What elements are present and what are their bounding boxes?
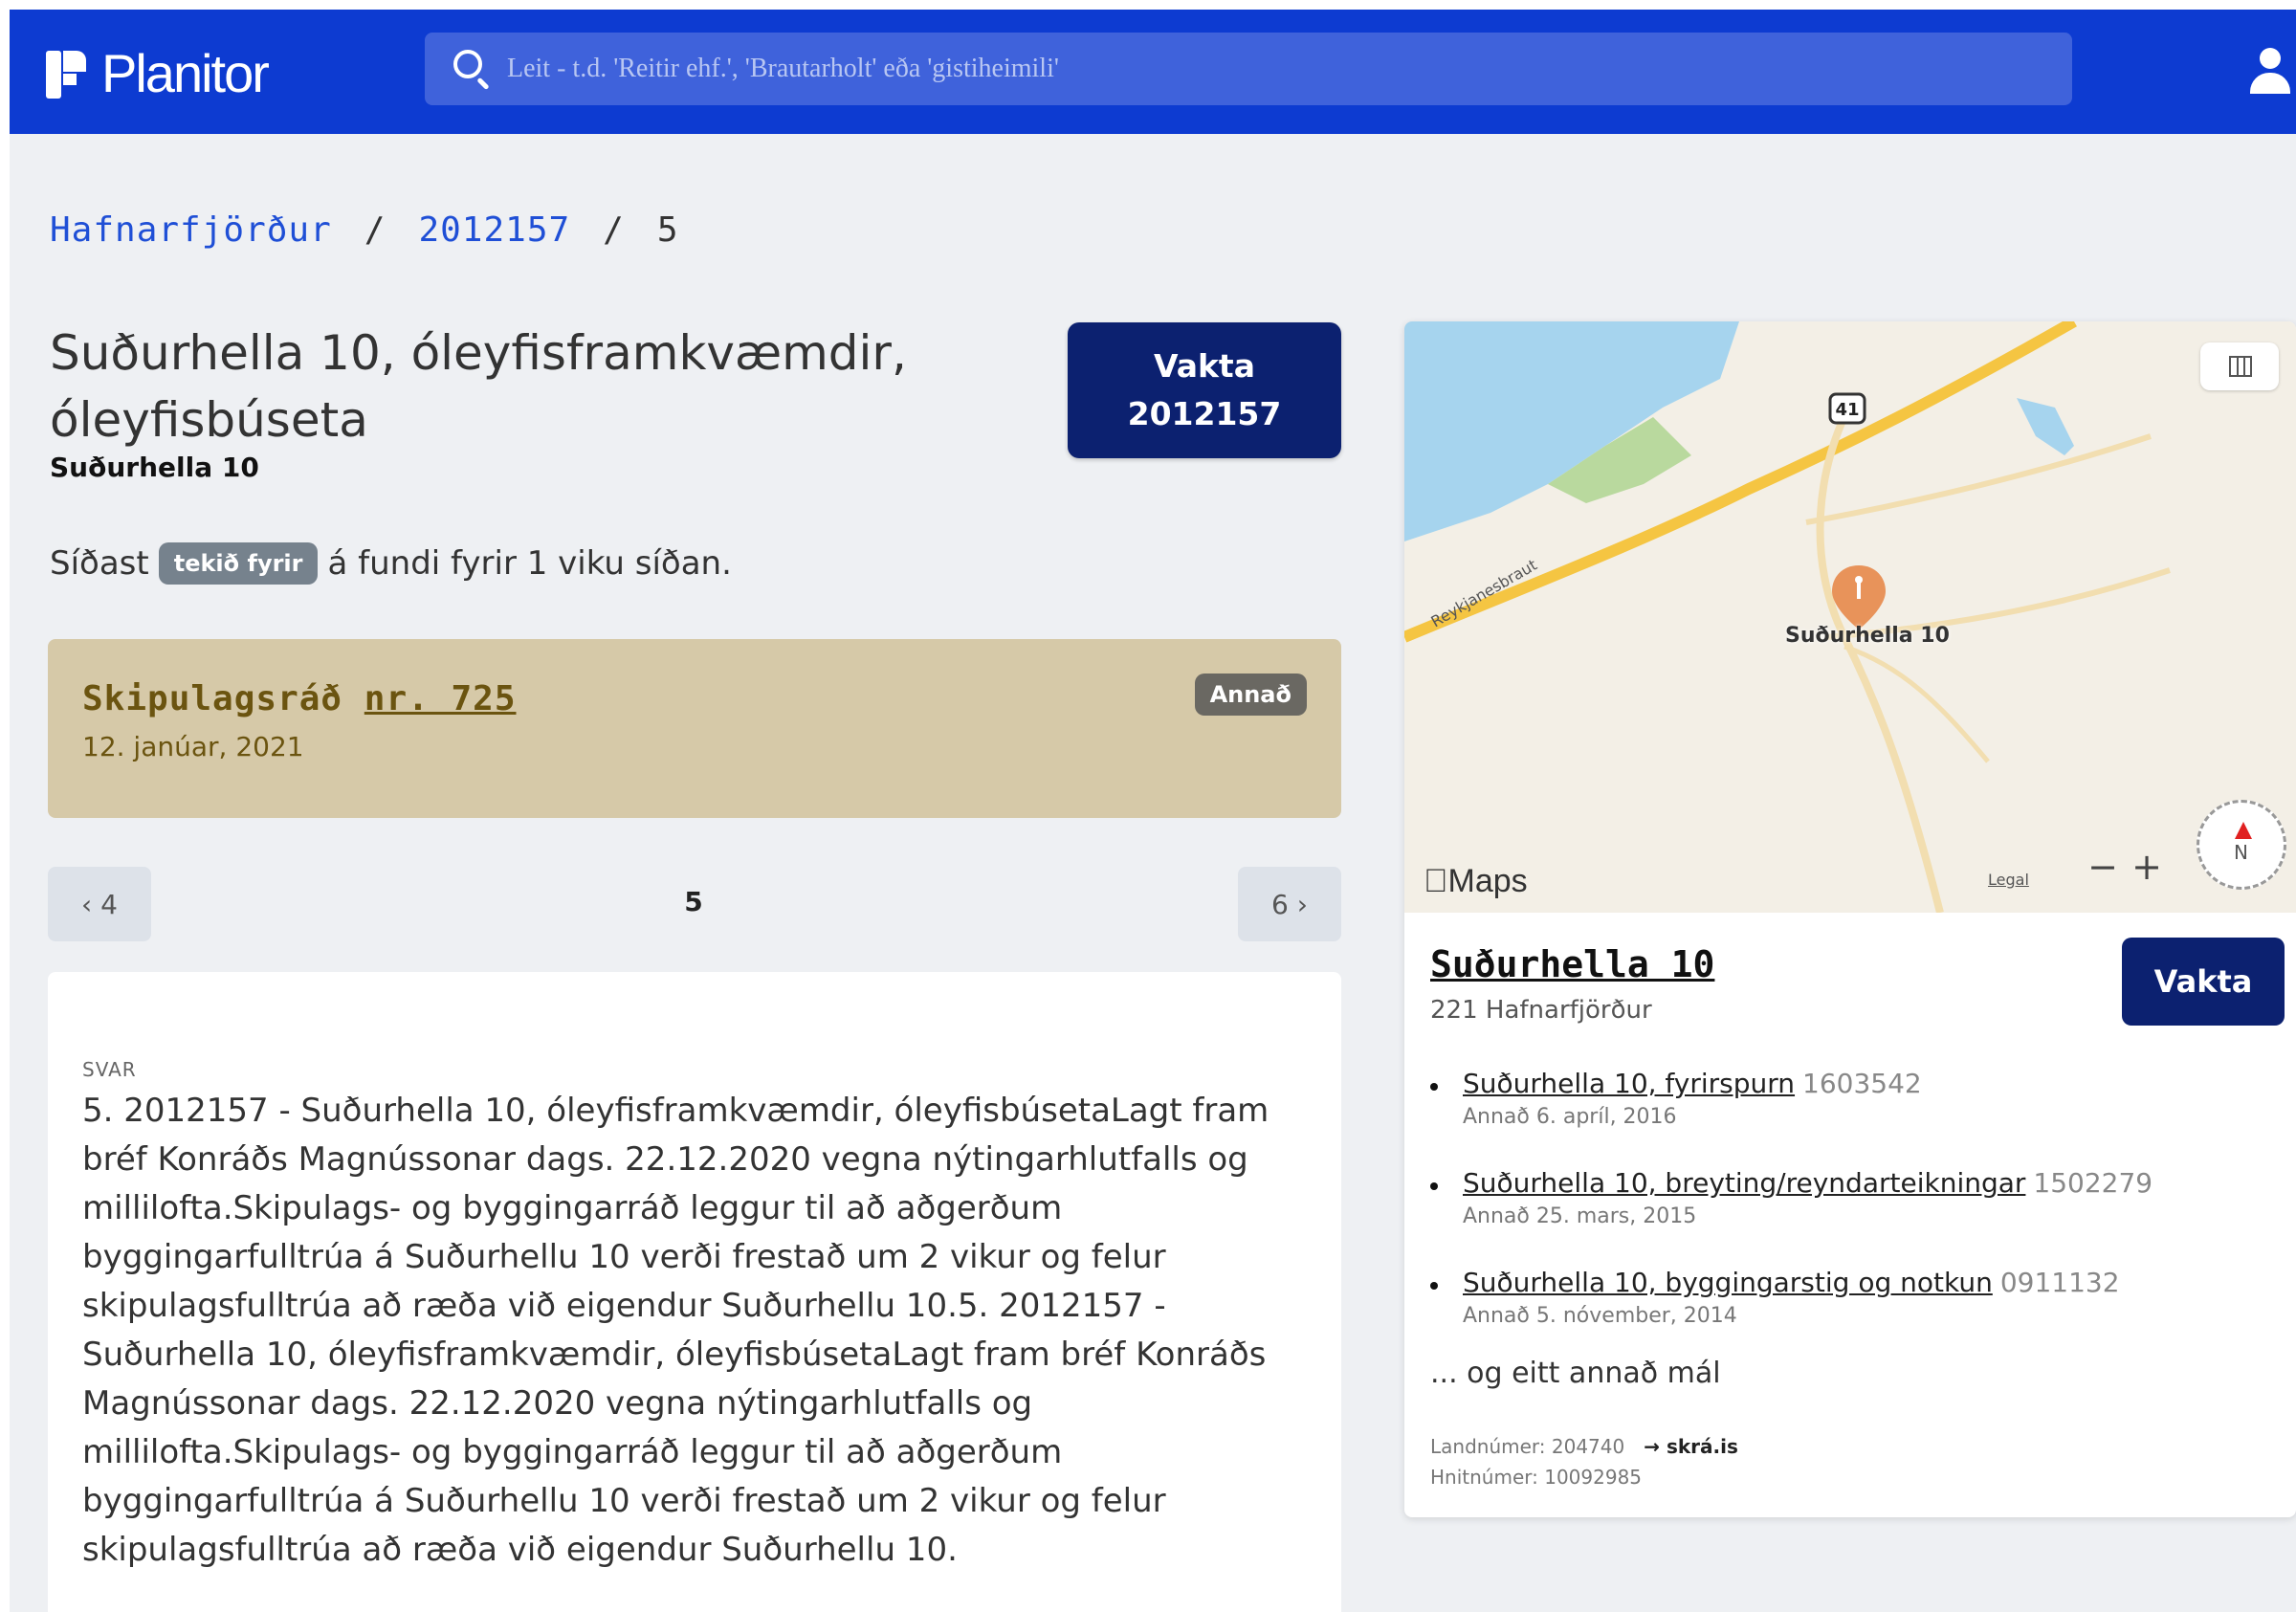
breadcrumb-separator: / [364,210,386,250]
related-case-number: 1603542 [1802,1068,1922,1099]
previous-item-button[interactable]: ‹ 4 [48,867,151,941]
map-water [1404,321,1739,541]
status-badge: tekið fyrir [158,542,319,585]
breadcrumb-case[interactable]: 2012157 [418,210,570,250]
zoom-out-button[interactable]: − [2082,846,2124,888]
current-item-number: 5 [684,886,703,917]
meeting-title: Skipulagsráð nr. 725 [82,679,517,718]
answer-text: 5. 2012157 - Suðurhella 10, óleyfisframk… [82,1092,1269,1569]
map-pin-label: Suðurhella 10 [1785,624,1950,648]
window-frame-top [0,0,2296,10]
related-case-link[interactable]: Suðurhella 10, byggingarstig og notkun [1463,1267,1993,1298]
brand-logo[interactable]: Planitor [46,42,270,104]
search-input[interactable] [507,54,2038,84]
related-case-number: 1502279 [2033,1167,2153,1199]
related-case-meta: Annað 6. apríl, 2016 [1463,1105,1677,1129]
watch-case-button[interactable]: Vakta 2012157 [1068,322,1341,458]
related-case-link[interactable]: Suðurhella 10, breyting/reyndarteikninga… [1463,1167,2025,1199]
planitor-logo-icon [46,47,88,100]
compass-north-label: N [2234,841,2248,864]
next-item-button[interactable]: 6 › [1238,867,1341,941]
watch-property-button[interactable]: Vakta [2122,938,2285,1026]
map-legal-link[interactable]: Legal [1988,871,2029,889]
last-prefix: Síðast [50,544,149,583]
meeting-name: Skipulagsráð [82,679,343,718]
compass-icon[interactable]: N [2197,800,2286,890]
meeting-number-link[interactable]: nr. 725 [364,679,517,718]
map-canvas: 41 Reykjanesbraut [1404,321,2171,913]
skra-link[interactable]: → skrá.is [1644,1435,1738,1458]
list-item: Suðurhella 10, byggingarstig og notkun 09… [1430,1267,2272,1328]
brand-name: Planitor [101,43,270,103]
map-pin-glyph-dot [1855,576,1863,584]
page-title: Suðurhella 10, óleyfisframkvæmdir, óleyf… [50,325,907,448]
breadcrumb-municipality[interactable]: Hafnarfjörður [50,210,332,250]
window-frame-left [0,0,10,1612]
meeting-card: Skipulagsráð nr. 725 12. janúar, 2021 An… [48,639,1341,818]
related-cases: Suðurhella 10, fyrirspurn 1603542 Annað 6… [1430,1068,2272,1366]
watch-case-button-label: Vakta [1153,347,1255,385]
property-identifiers: Landnúmer: 204740 → skrá.is Hnitnúmer: 10… [1430,1431,1738,1492]
map-icon [2229,356,2252,377]
breadcrumb-separator: / [603,210,625,250]
search-icon [452,48,494,91]
list-item: Suðurhella 10, breyting/reyndarteikninga… [1430,1167,2272,1228]
top-navbar: Planitor [10,10,2296,134]
map-road [1805,433,2152,525]
maps-provider: Maps [1424,863,1528,899]
route-shield: 41 [1828,392,1866,425]
related-case-meta: Annað 25. mars, 2015 [1463,1204,1697,1228]
last-discussed: Síðast tekið fyrir á fundi fyrir 1 viku … [50,542,732,585]
answer-label: SVAR [82,1058,137,1081]
related-case-number: 0911132 [1999,1267,2120,1298]
search-bar[interactable] [425,33,2072,105]
breadcrumb: Hafnarfjörður / 2012157 / 5 [50,210,679,250]
property-card: 41 Reykjanesbraut Suðurhella 10 Maps Le… [1404,321,2296,1517]
property-title-link[interactable]: Suðurhella 10 [1430,943,1714,985]
map-type-button[interactable] [2200,342,2279,390]
compass-needle [2235,822,2252,839]
zoom-in-button[interactable]: + [2126,846,2168,888]
answer-card: SVAR 5. 2012157 - Suðurhella 10, óleyfis… [48,972,1341,1612]
hnitnumer: Hnitnúmer: 10092985 [1430,1466,1643,1489]
last-suffix: á fundi fyrir 1 viku síðan. [327,544,732,583]
category-badge: Annað [1194,674,1307,716]
list-item: Suðurhella 10, fyrirspurn 1603542 Annað 6… [1430,1068,2272,1129]
landnumer: Landnúmer: 204740 [1430,1435,1625,1458]
breadcrumb-current: 5 [656,210,679,250]
related-case-meta: Annað 5. nóvember, 2014 [1463,1304,1737,1328]
more-cases-text: ... og eitt annað mál [1430,1357,1721,1390]
map-pond [2017,398,2074,455]
page-subtitle: Suðurhella 10 [50,452,259,483]
related-case-link[interactable]: Suðurhella 10, fyrirspurn [1463,1068,1795,1099]
map-road [1816,396,1944,913]
watch-case-button-number: 2012157 [1127,395,1282,432]
meeting-date: 12. janúar, 2021 [82,731,304,762]
map-road [1843,644,1990,763]
apple-maps-logo: Maps [1424,863,1528,900]
property-postal: 221 Hafnarfjörður [1430,996,1652,1025]
user-icon[interactable] [2250,48,2296,96]
route-number: 41 [1835,400,1859,420]
map[interactable]: 41 Reykjanesbraut Suðurhella 10 Maps Le… [1404,321,2296,913]
